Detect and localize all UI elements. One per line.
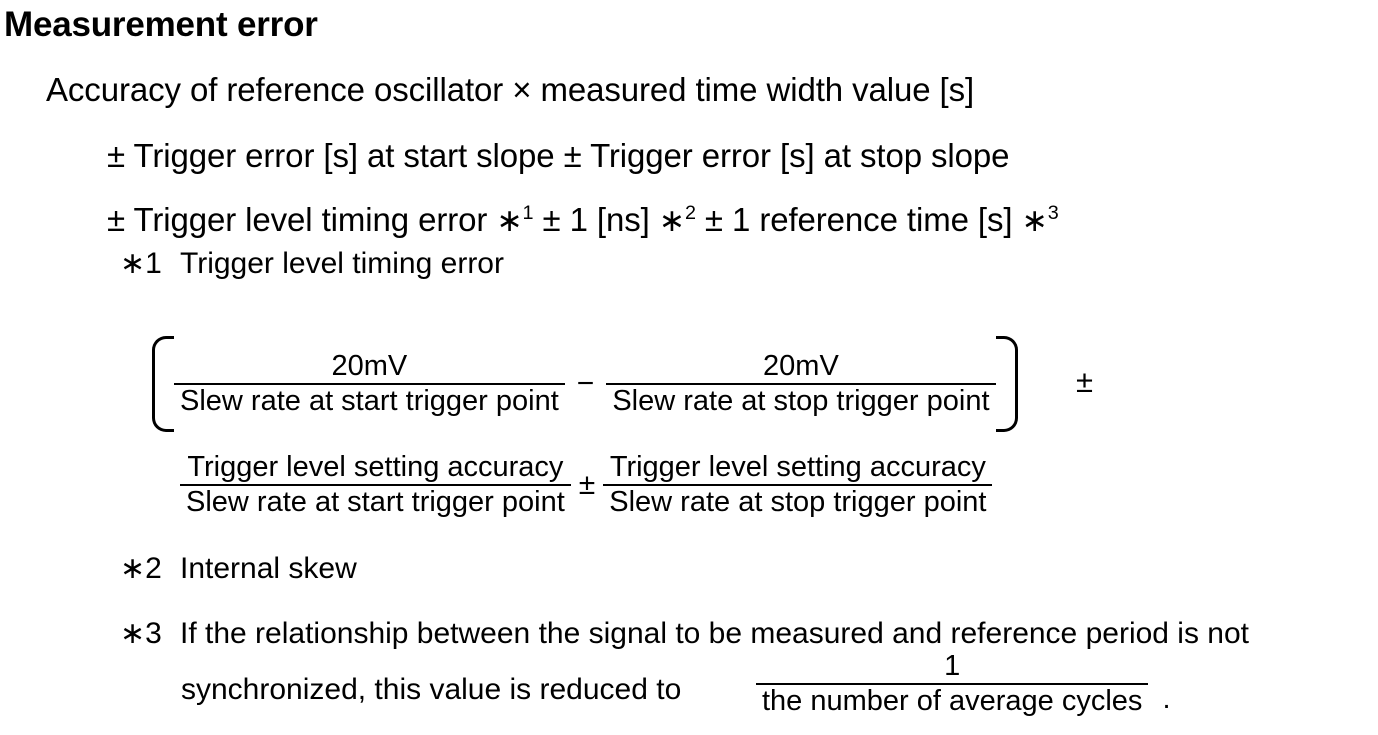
average-cycles-formula: 1 the number of average cycles . [756, 650, 1171, 718]
trigger-level-setting-accuracy-formula: Trigger level setting accuracy Slew rate… [180, 451, 993, 519]
fraction-20mv-over-stop-slew: 20mV Slew rate at stop trigger point [606, 349, 996, 418]
footnote-1: ∗1 Trigger level timing error [120, 247, 504, 280]
plus-minus-operator: ± [578, 468, 596, 502]
numerator: Trigger level setting accuracy [187, 451, 564, 483]
accuracy-line: Accuracy of reference oscillator × measu… [46, 71, 975, 108]
trigger-error-line: ± Trigger error [s] at start slope ± Tri… [107, 137, 1010, 174]
level-timing-prefix: ± Trigger level timing error [107, 201, 497, 238]
numerator: Trigger level setting accuracy [609, 451, 986, 483]
footnote-2: ∗2 Internal skew [120, 552, 357, 585]
plus-minus-after-bracket: ± [1076, 364, 1094, 399]
superscript-3: 3 [1047, 202, 1059, 224]
right-square-bracket-icon [995, 336, 1018, 432]
asterisk-marker-1-icon: ∗ [496, 203, 523, 238]
asterisk-marker-2-icon: ∗ [658, 203, 685, 238]
footnote-3: ∗3 If the relationship between the signal… [120, 617, 1249, 650]
fraction-20mv-over-start-slew: 20mV Slew rate at start trigger point [174, 349, 565, 418]
numerator: 20mV [331, 349, 408, 382]
document-page: Measurement error Accuracy of reference … [0, 0, 1378, 735]
footnote-1-marker: ∗1 [120, 247, 162, 280]
page-title: Measurement error [4, 5, 318, 44]
superscript-1: 1 [522, 202, 534, 224]
footnote-3-marker: ∗3 [120, 617, 162, 650]
fraction-accuracy-over-start-slew: Trigger level setting accuracy Slew rate… [180, 451, 571, 519]
footnote-2-text: Internal skew [180, 552, 357, 585]
footnote-3-text-line-1: If the relationship between the signal t… [180, 617, 1250, 650]
footnote-2-marker: ∗2 [120, 552, 162, 585]
minus-operator: − [576, 367, 595, 400]
numerator: 20mV [763, 349, 839, 382]
level-timing-mid-2: ± 1 reference time [s] [695, 201, 1022, 238]
superscript-2: 2 [684, 202, 696, 224]
numerator: 1 [944, 650, 961, 682]
denominator: Slew rate at stop trigger point [606, 383, 996, 417]
asterisk-marker-3-icon: ∗ [1021, 203, 1048, 238]
footnote-1-text: Trigger level timing error [180, 247, 504, 280]
left-square-bracket-icon [152, 336, 174, 432]
denominator: Slew rate at start trigger point [174, 383, 565, 417]
level-timing-mid: ± 1 [ns] [533, 201, 659, 238]
denominator: the number of average cycles [756, 683, 1149, 717]
trigger-level-timing-line: ± Trigger level timing error ∗1 ± 1 [ns]… [107, 201, 1059, 238]
sentence-period: . [1162, 682, 1171, 715]
footnote-3-text-line-2: synchronized, this value is reduced to [181, 673, 682, 706]
fraction-accuracy-over-stop-slew: Trigger level setting accuracy Slew rate… [603, 451, 993, 519]
denominator: Slew rate at stop trigger point [603, 484, 993, 518]
trigger-level-timing-formula: 20mV Slew rate at start trigger point − … [152, 336, 1018, 432]
denominator: Slew rate at start trigger point [180, 484, 571, 518]
fraction-one-over-average-cycles: 1 the number of average cycles [756, 650, 1149, 718]
